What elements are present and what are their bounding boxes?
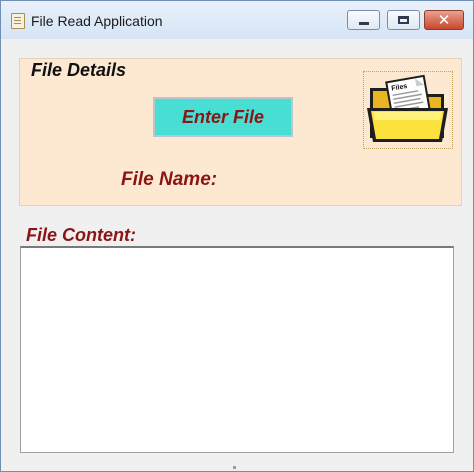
- file-name-label: File Name:: [121, 169, 218, 190]
- close-button[interactable]: ✕: [424, 10, 464, 30]
- minimize-icon: [358, 21, 369, 25]
- enter-file-button[interactable]: Enter File: [153, 97, 293, 137]
- maximize-button[interactable]: [387, 10, 420, 30]
- minimize-button[interactable]: [347, 10, 380, 30]
- file-content-label: File Content:: [26, 225, 136, 245]
- folder-icon: Files: [367, 74, 448, 142]
- title-bar[interactable]: File Read Application ✕: [1, 1, 473, 39]
- folder-picture[interactable]: Files: [363, 71, 453, 149]
- document-icon: [11, 13, 25, 29]
- app-window: File Read Application ✕ File Details Ent…: [0, 0, 474, 472]
- window-bottom-edge: [1, 453, 473, 471]
- window-title: File Read Application: [31, 13, 163, 29]
- file-details-title: File Details: [31, 60, 127, 80]
- close-icon: ✕: [437, 10, 451, 29]
- maximize-icon: [398, 16, 409, 24]
- resize-grip: [233, 466, 236, 469]
- file-content-textarea[interactable]: [20, 246, 454, 453]
